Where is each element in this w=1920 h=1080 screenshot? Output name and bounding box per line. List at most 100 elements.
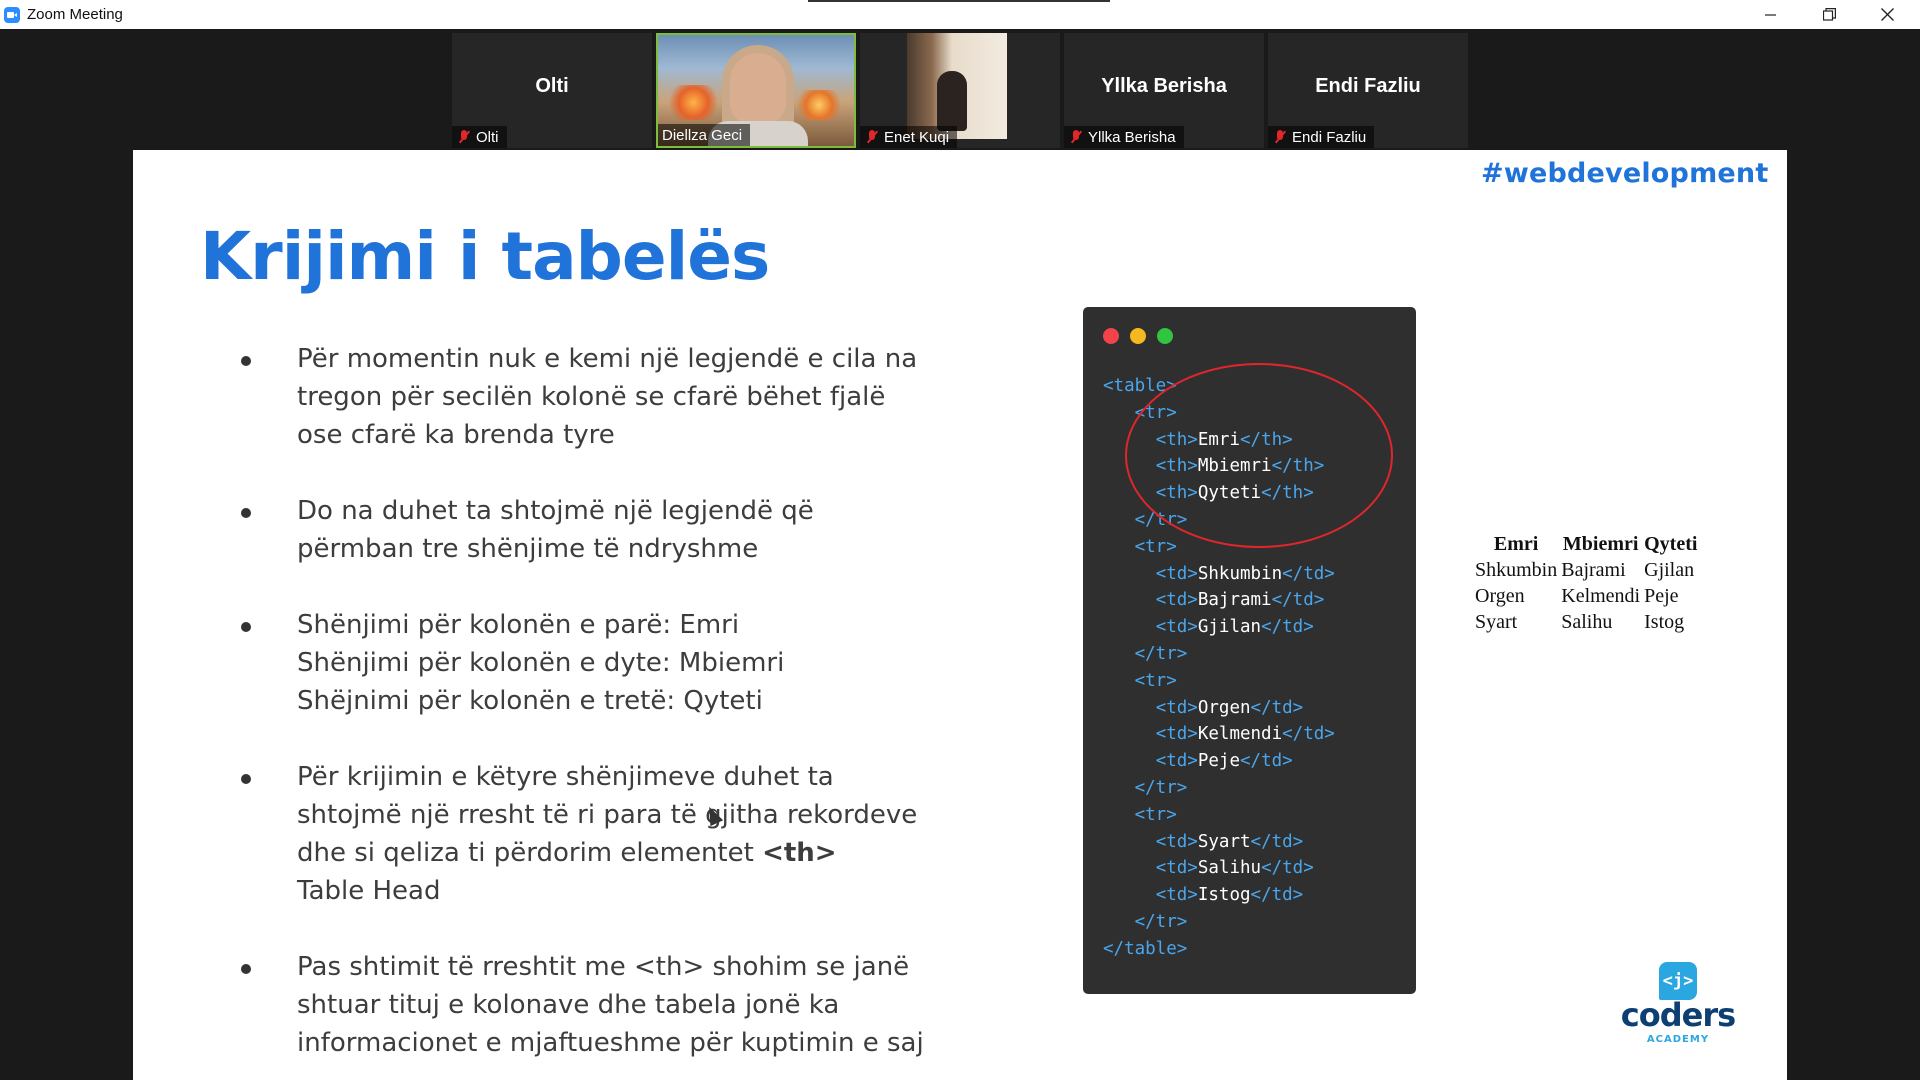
code-tag: </tr> [1134, 643, 1188, 664]
table-cell: Gjilan [1644, 559, 1695, 581]
participant-name: Olti [476, 128, 499, 146]
code-tag: </td> [1250, 697, 1304, 718]
code-tag: <td> [1155, 724, 1198, 745]
code-tag: </td> [1271, 590, 1325, 611]
bullet-item: Do na duhet ta shtojmë një legjendë që p… [241, 492, 1001, 568]
code-line: <td>Istog</td> [1103, 882, 1335, 909]
window-title: Zoom Meeting [27, 6, 123, 23]
code-tag: </td> [1261, 858, 1314, 879]
bullet-line: informacionet e mjaftueshme për kuptimin… [297, 1028, 924, 1058]
table-cell: Istog [1644, 611, 1685, 633]
code-window: <table> <tr> <th>Emri</th> <th>Mbiemri</… [1083, 307, 1416, 994]
muted-mic-icon [456, 129, 472, 145]
bullet-dot-icon [241, 774, 251, 784]
code-text: Peje [1197, 751, 1240, 772]
code-text: Salihu [1197, 858, 1262, 879]
code-text: Orgen [1197, 697, 1251, 718]
bullet-dot-icon [241, 508, 251, 518]
code-text: Gjilan [1197, 617, 1262, 638]
code-line: <td>Bajrami</td> [1103, 587, 1335, 614]
code-line: <td>Syart</td> [1103, 829, 1335, 856]
code-tag: <td> [1155, 885, 1198, 906]
participant-video [907, 33, 1007, 139]
close-icon[interactable] [1858, 0, 1916, 29]
code-line: </table> [1103, 936, 1335, 963]
green-dot-icon [1157, 328, 1173, 344]
restore-icon[interactable] [1800, 0, 1858, 29]
code-tag: <td> [1155, 617, 1198, 638]
code-tag: </td> [1261, 617, 1314, 638]
table-cell: Shkumbin [1475, 559, 1558, 581]
muted-mic-icon [1272, 129, 1288, 145]
code-line: </tr> [1103, 641, 1335, 668]
participant-tile[interactable]: Yllka Berisha Yllka Berisha [1064, 33, 1264, 148]
participant-name: Yllka Berisha [1088, 128, 1176, 146]
table-cell: Bajrami [1561, 559, 1626, 581]
code-tag: </td> [1250, 885, 1304, 906]
table-header-cell: Qyteti [1644, 533, 1698, 555]
table-row: Orgen Kelmendi Peje [1475, 585, 1697, 608]
bullet-item: Për krijimin e këtyre shënjimeve duhet t… [241, 758, 1001, 910]
red-dot-icon [1103, 328, 1119, 344]
code-tag: </td> [1250, 831, 1304, 852]
code-tag: </td> [1282, 724, 1335, 745]
table-header-cell: Emri [1493, 533, 1539, 555]
table-row: Shkumbin Bajrami Gjilan [1475, 559, 1697, 582]
coders-academy-logo: <j> coders ACADEMY [1613, 962, 1743, 1052]
code-line: </tr> [1103, 909, 1335, 936]
bullet-line: dhe si qeliza ti përdorim elementet <th> [297, 834, 1001, 872]
code-line: <tr> [1103, 668, 1335, 695]
code-tag: </td> [1240, 751, 1293, 772]
code-tag: <td> [1155, 563, 1198, 584]
logo-subtext: ACADEMY [1646, 1034, 1710, 1045]
participant-nametag: Olti [452, 126, 507, 148]
bullet-line: tregon për secilën kolonë se cfarë bëhet… [297, 382, 886, 412]
participant-nametag: Enet Kuqi [860, 126, 958, 148]
bullet-line: shtuar tituj e kolonave dhe tabela jonë … [297, 990, 840, 1020]
highlight-circle [1125, 363, 1393, 548]
bullet-line: Shënjimi për kolonën e dyte: Mbiemri [297, 648, 785, 678]
code-text: Shkumbin [1197, 563, 1283, 584]
code-line: <td>Salihu</td> [1103, 855, 1335, 882]
table-cell: Orgen [1475, 585, 1525, 607]
rendered-table: Emri Mbiemri Qyteti Shkumbin Bajrami Gji… [1471, 530, 1701, 637]
code-line: <td>Orgen</td> [1103, 695, 1335, 722]
code-tag: <td> [1155, 858, 1198, 879]
participant-nametag: Endi Fazliu [1268, 126, 1375, 148]
bullet-line: Pas shtimit të rreshtit me <th> shohim s… [297, 952, 910, 982]
participant-tile[interactable]: Enet Kuqi [860, 33, 1060, 148]
code-tag: </td> [1282, 563, 1335, 584]
muted-mic-icon [1068, 129, 1084, 145]
shared-screen-slide: #webdevelopment Krijimi i tabelës Për mo… [133, 150, 1787, 1080]
code-line: <tr> [1103, 802, 1335, 829]
code-text: Bajrami [1197, 590, 1272, 611]
code-tag: <td> [1155, 831, 1198, 852]
table-header-cell: Mbiemri [1562, 533, 1639, 555]
participant-name: Diellza Geci [662, 126, 743, 144]
table-row: Syart Salihu Istog [1475, 611, 1697, 634]
participant-display-name: Yllka Berisha [1101, 75, 1227, 97]
code-line: </tr> [1103, 775, 1335, 802]
bullet-line: Do na duhet ta shtojmë një legjendë që [297, 496, 814, 526]
window-titlebar: Zoom Meeting [0, 0, 1920, 29]
code-text: Kelmendi [1197, 724, 1283, 745]
participant-tile[interactable]: Olti Olti [452, 33, 652, 148]
table-cell: Peje [1644, 585, 1679, 607]
bullet-item: Shënjimi për kolonën e parë: Emri Shënji… [241, 606, 1001, 720]
participant-tile[interactable]: Endi Fazliu Endi Fazliu [1268, 33, 1468, 148]
code-tag: <td> [1155, 751, 1198, 772]
code-tag: <td> [1155, 590, 1198, 611]
bullet-line: shtojmë një rresht të ri para të gjitha … [297, 800, 918, 830]
table-cell: Syart [1475, 611, 1518, 633]
bullet-dot-icon [241, 356, 251, 366]
bullet-line: ose cfarë ka brenda tyre [297, 420, 615, 450]
code-tag: <tr> [1134, 536, 1177, 557]
code-text: Istog [1197, 885, 1251, 906]
participant-tile-active-speaker[interactable]: Diellza Geci [656, 33, 856, 148]
code-tag: <tr> [1134, 804, 1177, 825]
code-tag: <td> [1155, 697, 1198, 718]
minimize-icon[interactable] [1742, 0, 1800, 29]
table-cell: Salihu [1561, 611, 1613, 633]
logo-wordmark: coders [1620, 996, 1736, 1034]
participant-name: Endi Fazliu [1292, 128, 1367, 146]
